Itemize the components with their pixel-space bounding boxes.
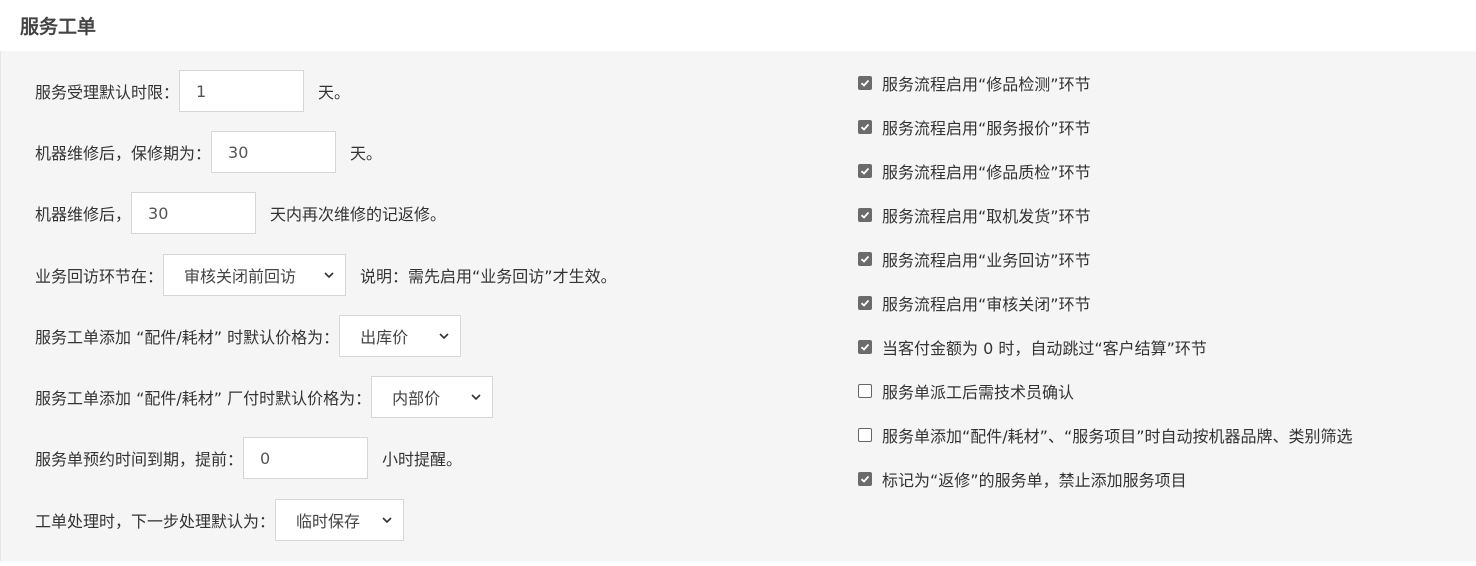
parts-price-selected-value: 出库价: [360, 328, 409, 347]
rework-row: 机器维修后， 天内再次维修的记返修。: [35, 192, 446, 234]
check-icon: [860, 343, 870, 351]
revisit-note: 说明：需先启用“业务回访”才生效。: [360, 267, 617, 286]
next-step-selected-value: 临时保存: [296, 512, 361, 531]
warranty-days-input[interactable]: [211, 131, 337, 173]
chevron-down-icon: [439, 333, 449, 340]
check-icon: [860, 167, 870, 175]
option-inspection[interactable]: 服务流程启用“修品检测”环节: [858, 71, 1091, 95]
option-skip-settlement[interactable]: 当客付金额为 0 时，自动跳过“客户结算”环节: [858, 335, 1207, 359]
option-label: 服务流程启用“业务回访”环节: [882, 251, 1091, 270]
option-label: 标记为“返修”的服务单，禁止添加服务项目: [882, 471, 1187, 490]
factory-price-selected-value: 内部价: [392, 389, 441, 408]
check-icon: [860, 299, 870, 307]
acceptance-suffix: 天。: [318, 83, 351, 102]
option-label: 服务流程启用“修品检测”环节: [882, 75, 1091, 94]
warranty-row: 机器维修后，保修期为： 天。: [35, 131, 382, 173]
appointment-label: 服务单预约时间到期，提前：: [35, 450, 244, 469]
option-revisit[interactable]: 服务流程启用“业务回访”环节: [858, 247, 1091, 271]
option-quality-check[interactable]: 服务流程启用“修品质检”环节: [858, 159, 1091, 183]
option-label: 服务流程启用“审核关闭”环节: [882, 295, 1091, 314]
option-rework-no-service[interactable]: 标记为“返修”的服务单，禁止添加服务项目: [858, 467, 1187, 491]
option-quotation[interactable]: 服务流程启用“服务报价”环节: [858, 115, 1091, 139]
parts-price-row: 服务工单添加 “配件/耗材” 时默认价格为： 出库价: [35, 315, 462, 357]
checkbox[interactable]: [858, 252, 872, 266]
revisit-select[interactable]: 审核关闭前回访: [163, 254, 347, 296]
acceptance-days-input[interactable]: [179, 70, 305, 112]
checkbox[interactable]: [858, 472, 872, 486]
appointment-row: 服务单预约时间到期，提前： 小时提醒。: [35, 437, 462, 479]
chevron-down-icon: [382, 517, 392, 524]
panel-header: 服务工单: [0, 0, 1476, 51]
check-icon: [860, 211, 870, 219]
acceptance-row: 服务受理默认时限： 天。: [35, 70, 350, 112]
option-label: 服务单添加“配件/耗材”、“服务项目”时自动按机器品牌、类别筛选: [882, 427, 1353, 446]
factory-price-select[interactable]: 内部价: [371, 376, 494, 418]
checkbox[interactable]: [858, 76, 872, 90]
revisit-label: 业务回访环节在：: [35, 267, 164, 286]
parts-price-label: 服务工单添加 “配件/耗材” 时默认价格为：: [35, 328, 340, 347]
rework-suffix: 天内再次维修的记返修。: [270, 205, 447, 224]
appointment-suffix: 小时提醒。: [382, 450, 463, 469]
chevron-down-icon: [324, 272, 334, 279]
option-label: 当客付金额为 0 时，自动跳过“客户结算”环节: [882, 339, 1207, 358]
option-review-close[interactable]: 服务流程启用“审核关闭”环节: [858, 291, 1091, 315]
option-brand-filter[interactable]: 服务单添加“配件/耗材”、“服务项目”时自动按机器品牌、类别筛选: [858, 423, 1353, 447]
option-label: 服务流程启用“服务报价”环节: [882, 119, 1091, 138]
checkbox[interactable]: [858, 384, 872, 398]
rework-label: 机器维修后，: [35, 205, 132, 224]
option-label: 服务流程启用“修品质检”环节: [882, 163, 1091, 182]
page-title: 服务工单: [20, 16, 97, 38]
acceptance-label: 服务受理默认时限：: [35, 83, 180, 102]
warranty-suffix: 天。: [350, 144, 383, 163]
checkbox[interactable]: [858, 164, 872, 178]
check-icon: [860, 255, 870, 263]
revisit-row: 业务回访环节在： 审核关闭前回访 说明：需先启用“业务回访”才生效。: [35, 254, 617, 296]
next-step-label: 工单处理时，下一步处理默认为：: [35, 512, 276, 531]
factory-price-row: 服务工单添加 “配件/耗材” 厂付时默认价格为： 内部价: [35, 376, 494, 418]
checkbox[interactable]: [858, 120, 872, 134]
parts-price-select[interactable]: 出库价: [339, 315, 462, 357]
chevron-down-icon: [471, 394, 481, 401]
option-pickup-shipping[interactable]: 服务流程启用“取机发货”环节: [858, 203, 1091, 227]
next-step-select[interactable]: 临时保存: [275, 499, 405, 541]
revisit-selected-value: 审核关闭前回访: [184, 267, 297, 286]
option-technician-confirm[interactable]: 服务单派工后需技术员确认: [858, 379, 1074, 403]
checkbox[interactable]: [858, 428, 872, 442]
factory-price-label: 服务工单添加 “配件/耗材” 厂付时默认价格为：: [35, 389, 372, 408]
checkbox[interactable]: [858, 208, 872, 222]
checkbox[interactable]: [858, 340, 872, 354]
check-icon: [860, 123, 870, 131]
warranty-label: 机器维修后，保修期为：: [35, 144, 212, 163]
checkbox[interactable]: [858, 296, 872, 310]
check-icon: [860, 79, 870, 87]
option-label: 服务流程启用“取机发货”环节: [882, 207, 1091, 226]
panel-footer: [0, 561, 1476, 566]
rework-days-input[interactable]: [131, 192, 257, 234]
option-label: 服务单派工后需技术员确认: [882, 383, 1075, 402]
settings-panel: 服务受理默认时限： 天。 机器维修后，保修期为： 天。 机器维修后， 天内再次维…: [0, 51, 1476, 561]
check-icon: [860, 475, 870, 483]
appointment-hours-input[interactable]: [243, 437, 369, 479]
next-step-row: 工单处理时，下一步处理默认为： 临时保存: [35, 499, 405, 541]
